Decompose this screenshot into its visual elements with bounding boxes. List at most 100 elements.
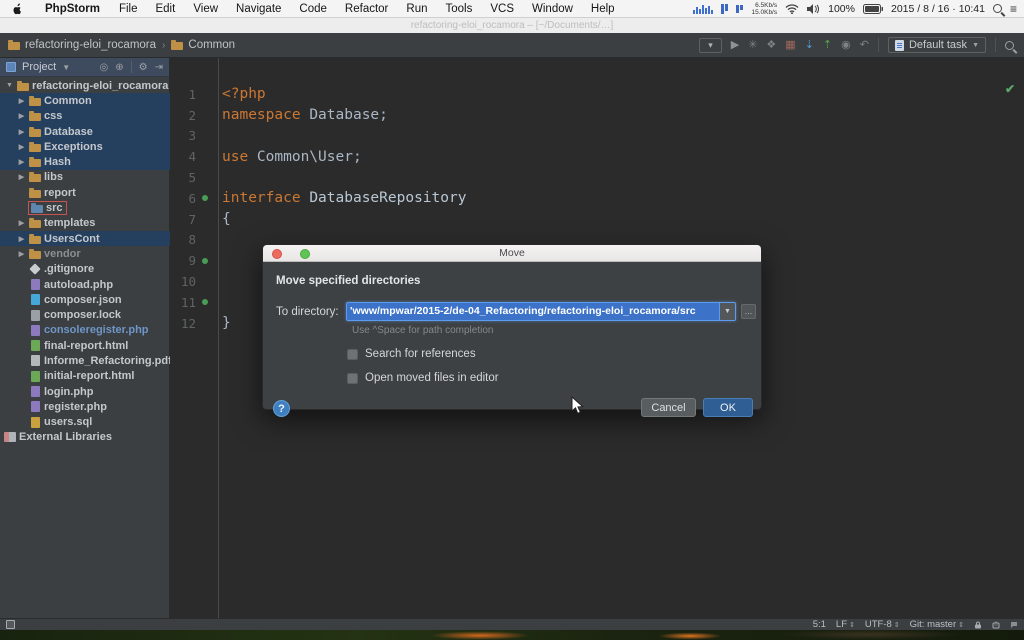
menu-file[interactable]: File	[110, 3, 147, 15]
expand-arrow-icon[interactable]: ▶	[15, 128, 28, 136]
tree-item-initial-report-html[interactable]: initial-report.html	[0, 369, 170, 384]
tree-item-report[interactable]: report	[0, 185, 170, 200]
notification-center-icon[interactable]: ≡	[1010, 2, 1016, 16]
to-directory-value[interactable]: 'www/mpwar/2015-2/de-04_Refactoring/refa…	[347, 303, 719, 320]
code-line-1[interactable]: 1<?php	[170, 84, 1024, 105]
menu-window[interactable]: Window	[523, 3, 582, 15]
checkbox-icon[interactable]	[347, 373, 358, 384]
expand-arrow-icon[interactable]: ▶	[15, 158, 28, 166]
hide-panel-icon[interactable]: ⇥	[155, 62, 163, 73]
menu-code[interactable]: Code	[290, 3, 336, 15]
collapse-arrow-icon[interactable]: ▼	[3, 82, 16, 89]
vcs-commit-icon[interactable]: ⇡	[823, 40, 832, 51]
changes-icon[interactable]: ▦	[785, 40, 795, 51]
ok-button[interactable]: OK	[703, 398, 753, 417]
tree-item-external-libraries[interactable]: External Libraries	[0, 430, 170, 445]
wifi-icon[interactable]	[785, 4, 799, 14]
chevron-down-icon[interactable]: ▼	[719, 303, 735, 320]
line-separator-widget[interactable]: LF⇕	[836, 619, 855, 630]
expand-arrow-icon[interactable]: ▶	[15, 219, 28, 227]
cpu-monitor-widget[interactable]	[693, 4, 713, 14]
dialog-titlebar[interactable]: Move	[263, 245, 761, 262]
settings-gear-icon[interactable]: ⚙	[139, 62, 148, 73]
project-panel-title[interactable]: Project	[22, 61, 56, 73]
tree-item-exceptions[interactable]: ▶Exceptions	[0, 139, 170, 154]
code-line-6[interactable]: 6interface DatabaseRepository	[170, 188, 1024, 209]
battery-icon[interactable]	[863, 4, 883, 14]
tree-item-vendor[interactable]: ▶vendor	[0, 246, 170, 261]
expand-arrow-icon[interactable]: ▶	[15, 97, 28, 105]
spotlight-search-icon[interactable]	[993, 4, 1002, 13]
tree-item-refactoring-eloi-rocamora[interactable]: ▼refactoring-eloi_rocamora	[0, 78, 170, 93]
tool-window-toggle-icon[interactable]	[6, 620, 15, 629]
memory-monitor-widget[interactable]	[721, 4, 728, 14]
menu-navigate[interactable]: Navigate	[227, 3, 290, 15]
locate-icon[interactable]: ◎	[100, 62, 109, 73]
menu-phpstorm[interactable]: PhpStorm	[35, 3, 110, 15]
run-icon[interactable]: ▶	[731, 40, 739, 51]
breadcrumb-project[interactable]: refactoring-eloi_rocamora	[8, 39, 156, 51]
tree-item-src[interactable]: src	[0, 200, 170, 215]
window-titlebar[interactable]: refactoring-eloi_rocamora – [~/Documents…	[0, 18, 1024, 33]
breadcrumb-common[interactable]: Common	[171, 39, 235, 51]
debug-icon[interactable]: ✳	[748, 40, 757, 51]
tree-item-libs[interactable]: ▶libs	[0, 170, 170, 185]
encoding-widget[interactable]: UTF-8⇕	[865, 619, 900, 630]
menu-view[interactable]: View	[184, 3, 227, 15]
tree-item-informe-refactoring-pdf[interactable]: Informe_Refactoring.pdf	[0, 353, 170, 368]
undo-icon[interactable]: ↶	[860, 40, 869, 51]
menu-vcs[interactable]: VCS	[481, 3, 523, 15]
menu-help[interactable]: Help	[582, 3, 624, 15]
annotate-icon[interactable]: ◉	[841, 40, 851, 51]
tree-item-consoleregister-php[interactable]: consoleregister.php	[0, 323, 170, 338]
search-everywhere-icon[interactable]	[1005, 41, 1014, 50]
code-line-2[interactable]: 2namespace Database;	[170, 105, 1024, 126]
menu-edit[interactable]: Edit	[146, 3, 184, 15]
menu-run[interactable]: Run	[397, 3, 436, 15]
collapse-all-icon[interactable]: ⊕	[115, 62, 123, 73]
tree-item-composer-lock[interactable]: composer.lock	[0, 307, 170, 322]
apple-menu-icon[interactable]	[12, 3, 23, 14]
event-log-bubble-icon[interactable]	[1010, 621, 1018, 629]
search-for-references-checkbox[interactable]: Search for references	[347, 348, 476, 360]
expand-arrow-icon[interactable]: ▶	[15, 250, 28, 258]
tree-item-database[interactable]: ▶Database	[0, 124, 170, 139]
expand-arrow-icon[interactable]: ▶	[15, 173, 28, 181]
coverage-icon[interactable]: ❖	[766, 40, 776, 51]
expand-arrow-icon[interactable]: ▶	[15, 143, 28, 151]
tree-item-users-sql[interactable]: users.sql	[0, 415, 170, 430]
network-speed-widget[interactable]: 6.5Kb/s 15.0Kb/s	[751, 2, 777, 16]
tree-item--gitignore[interactable]: .gitignore	[0, 262, 170, 277]
hector-inspections-icon[interactable]	[992, 621, 1000, 629]
git-branch-widget[interactable]: Git: master⇕	[910, 619, 964, 630]
menubar-clock[interactable]: 2015 / 8 / 16 · 10:41	[891, 3, 985, 15]
tree-item-composer-json[interactable]: composer.json	[0, 292, 170, 307]
tree-item-autoload-php[interactable]: autoload.php	[0, 277, 170, 292]
chevron-down-icon[interactable]: ▼	[62, 63, 70, 72]
task-combo[interactable]: Default task ▼	[888, 37, 986, 53]
zoom-icon[interactable]	[300, 249, 310, 259]
checkbox-icon[interactable]	[347, 349, 358, 360]
open-moved-files-checkbox[interactable]: Open moved files in editor	[347, 372, 499, 384]
close-icon[interactable]	[272, 249, 282, 259]
tree-item-login-php[interactable]: login.php	[0, 384, 170, 399]
run-config-dropdown[interactable]: ▾	[699, 38, 722, 53]
cancel-button[interactable]: Cancel	[641, 398, 696, 417]
tree-item-final-report-html[interactable]: final-report.html	[0, 338, 170, 353]
tree-item-hash[interactable]: ▶Hash	[0, 154, 170, 169]
code-line-5[interactable]: 5	[170, 167, 1024, 188]
code-line-4[interactable]: 4use Common\User;	[170, 146, 1024, 167]
code-line-3[interactable]: 3	[170, 126, 1024, 147]
tree-item-common[interactable]: ▶Common	[0, 93, 170, 108]
volume-icon[interactable]	[807, 4, 820, 14]
gutter-method-marker-icon[interactable]	[198, 258, 216, 264]
tree-item-userscont[interactable]: ▶UsersCont	[0, 231, 170, 246]
gutter-method-marker-icon[interactable]	[198, 195, 216, 201]
browse-button[interactable]: …	[741, 304, 756, 319]
menu-refactor[interactable]: Refactor	[336, 3, 397, 15]
gutter-method-marker-icon[interactable]	[198, 299, 216, 305]
expand-arrow-icon[interactable]: ▶	[15, 235, 28, 243]
lock-icon[interactable]	[974, 621, 982, 629]
to-directory-combo[interactable]: 'www/mpwar/2015-2/de-04_Refactoring/refa…	[346, 302, 736, 321]
inspection-ok-icon[interactable]: ✔	[1005, 84, 1018, 95]
